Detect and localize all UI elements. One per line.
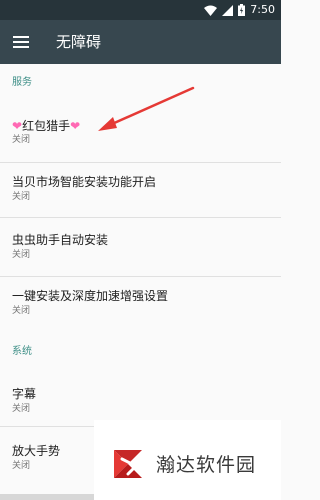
- watermark-text: 瀚达软件园: [156, 454, 257, 476]
- watermark-logo-icon: [114, 450, 142, 478]
- watermark: 瀚达软件园: [94, 420, 281, 500]
- bottom-strip: [0, 494, 94, 500]
